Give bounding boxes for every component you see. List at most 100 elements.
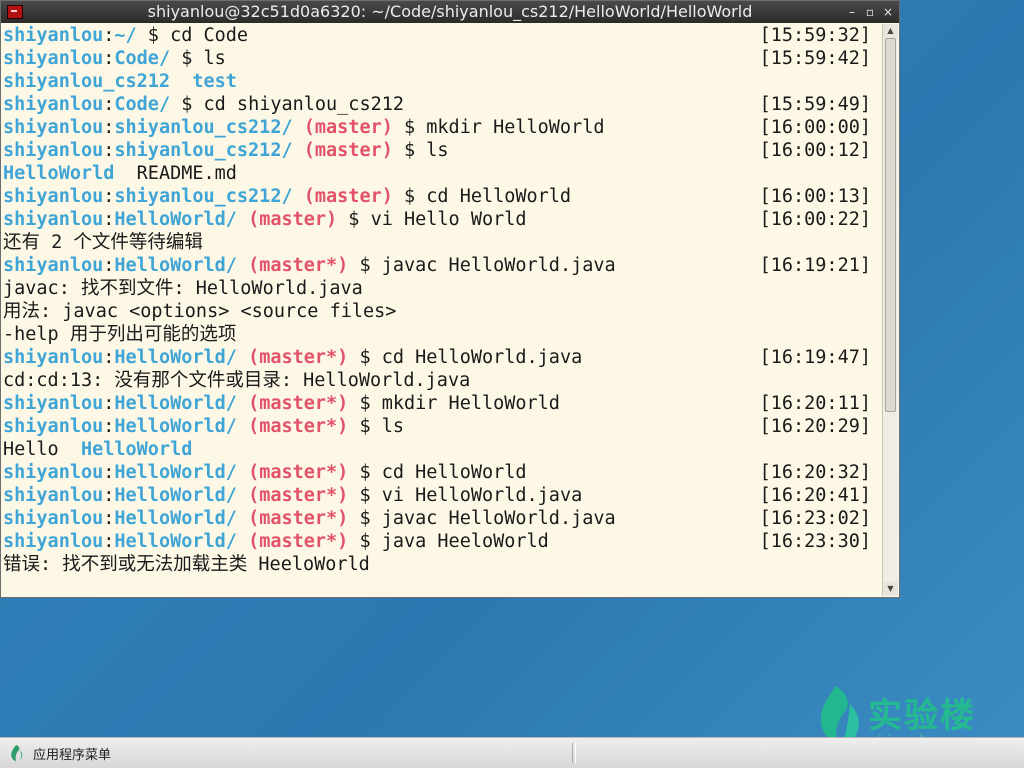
- prompt-user: shiyanlou: [3, 508, 104, 529]
- timestamp: [15:59:32]: [759, 25, 871, 46]
- prompt-user: shiyanlou: [3, 393, 104, 414]
- terminal-window[interactable]: shiyanlou@32c51d0a6320: ~/Code/shiyanlou…: [0, 0, 900, 598]
- prompt-directory: HelloWorld/: [114, 531, 237, 552]
- command-text: ls: [381, 416, 405, 437]
- prompt-directory: HelloWorld/: [114, 485, 237, 506]
- output-text: shiyanlou_cs212 test: [3, 71, 237, 92]
- prompt-symbol: $: [348, 255, 382, 276]
- timestamp: [16:00:12]: [759, 140, 871, 161]
- output-text: Hello: [3, 439, 81, 460]
- prompt-directory: HelloWorld/: [114, 255, 237, 276]
- git-branch: (master): [303, 140, 393, 161]
- prompt-directory: HelloWorld/: [114, 393, 237, 414]
- output-text: HelloWorld: [80, 439, 193, 460]
- prompt-separator: :: [103, 393, 115, 414]
- command-text: vi Hello World: [370, 209, 527, 230]
- git-branch: (master*): [248, 416, 349, 437]
- terminal-line: shiyanlou:HelloWorld/ (master*) $ vi Hel…: [3, 484, 881, 507]
- prompt-user: shiyanlou: [3, 117, 104, 138]
- prompt-symbol: $: [348, 416, 382, 437]
- command-text: cd shiyanlou_cs212: [203, 94, 404, 115]
- window-titlebar[interactable]: shiyanlou@32c51d0a6320: ~/Code/shiyanlou…: [1, 1, 899, 23]
- scroll-up-arrow-icon[interactable]: ▲: [883, 24, 898, 38]
- output-text: HelloWorld: [3, 163, 115, 184]
- prompt-separator: :: [103, 531, 115, 552]
- prompt-user: shiyanlou: [3, 140, 104, 161]
- prompt-user: shiyanlou: [3, 94, 104, 115]
- timestamp: [16:23:30]: [759, 531, 871, 552]
- scroll-down-arrow-icon[interactable]: ▼: [883, 582, 898, 596]
- terminal-line: Hello HelloWorld: [3, 438, 881, 461]
- terminal-line: 还有 2 个文件等待编辑: [3, 231, 881, 254]
- timestamp: [16:20:29]: [759, 416, 871, 437]
- command-text: cd HelloWorld.java: [381, 347, 583, 368]
- prompt-symbol: $: [348, 508, 382, 529]
- command-text: ls: [426, 140, 449, 161]
- prompt-separator: :: [103, 94, 115, 115]
- app-menu-leaf-icon[interactable]: [10, 745, 24, 761]
- prompt-symbol: $: [348, 393, 382, 414]
- prompt-symbol: $: [392, 186, 427, 207]
- watermark-cn-text: 实验楼: [868, 696, 976, 736]
- prompt-symbol: $: [136, 25, 171, 46]
- git-branch: (master*): [248, 462, 349, 483]
- timestamp: [15:59:49]: [759, 94, 871, 115]
- prompt-directory: Code/: [114, 48, 171, 69]
- prompt-symbol: $: [392, 117, 427, 138]
- git-branch: (master): [303, 117, 393, 138]
- prompt-symbol: $: [170, 94, 204, 115]
- terminal-line: 错误: 找不到或无法加载主类 HeeloWorld: [3, 553, 881, 576]
- prompt-user: shiyanlou: [3, 462, 104, 483]
- prompt-separator: :: [103, 462, 115, 483]
- prompt-symbol: $: [348, 462, 382, 483]
- prompt-user: shiyanlou: [3, 25, 104, 46]
- git-branch: (master*): [248, 347, 349, 368]
- prompt-separator: :: [103, 25, 115, 46]
- terminal-line: shiyanlou_cs212 test: [3, 70, 881, 93]
- prompt-user: shiyanlou: [3, 485, 104, 506]
- minimize-button[interactable]: –: [847, 1, 857, 23]
- scrollbar-thumb[interactable]: [885, 38, 896, 412]
- timestamp: [16:23:02]: [759, 508, 871, 529]
- prompt-symbol: $: [348, 347, 382, 368]
- prompt-separator: :: [103, 186, 115, 207]
- prompt-symbol: $: [392, 140, 427, 161]
- prompt-directory: shiyanlou_cs212/: [114, 140, 293, 161]
- prompt-user: shiyanlou: [3, 531, 104, 552]
- timestamp: [16:19:47]: [759, 347, 871, 368]
- prompt-user: shiyanlou: [3, 416, 104, 437]
- prompt-separator: :: [103, 508, 115, 529]
- output-text: javac: 找不到文件: HelloWorld.java: [3, 278, 363, 299]
- app-menu-button[interactable]: 应用程序菜单: [33, 744, 111, 763]
- terminal-output[interactable]: shiyanlou:~/ $ cd Code [15:59:32] shiyanlo…: [3, 24, 881, 596]
- prompt-symbol: $: [348, 531, 382, 552]
- terminal-line: shiyanlou:Code/ $ ls [15:59:42]: [3, 47, 881, 70]
- terminal-line: shiyanlou:HelloWorld/ (master*) $ javac …: [3, 507, 881, 530]
- git-branch: (master*): [248, 531, 349, 552]
- maximize-button[interactable]: ▫: [865, 1, 875, 23]
- prompt-separator: :: [103, 485, 115, 506]
- output-text: -help 用于列出可能的选项: [3, 324, 237, 345]
- prompt-directory: HelloWorld/: [114, 347, 237, 368]
- command-text: java HeeloWorld: [381, 531, 549, 552]
- prompt-directory: HelloWorld/: [114, 508, 237, 529]
- prompt-user: shiyanlou: [3, 347, 104, 368]
- command-text: javac HelloWorld.java: [381, 508, 616, 529]
- prompt-directory: HelloWorld/: [114, 209, 237, 230]
- git-branch: (master*): [248, 508, 349, 529]
- command-text: cd HelloWorld: [426, 186, 572, 207]
- terminal-line: shiyanlou:Code/ $ cd shiyanlou_cs212 [15:…: [3, 93, 881, 116]
- vertical-scrollbar[interactable]: ▲ ▼: [882, 24, 898, 596]
- close-button[interactable]: ×: [883, 1, 893, 23]
- taskbar-separator: [572, 743, 576, 763]
- prompt-symbol: $: [170, 48, 204, 69]
- terminal-line: shiyanlou:shiyanlou_cs212/ (master) $ cd…: [3, 185, 881, 208]
